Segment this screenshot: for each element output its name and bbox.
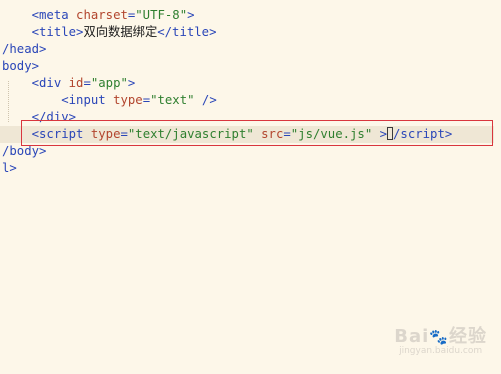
code-line[interactable]: <meta charset="UTF-8"> xyxy=(0,7,195,24)
watermark-url: jingyan.baidu.com xyxy=(399,346,483,356)
code-token-str: "text" xyxy=(150,93,195,107)
code-token-tag: = xyxy=(142,93,151,107)
code-line[interactable]: <div id="app"> xyxy=(0,75,136,92)
code-editor[interactable]: <meta charset="UTF-8"> <title>双向数据绑定</ti… xyxy=(0,0,501,374)
code-token-attr: charset xyxy=(76,8,128,22)
code-token-tag: <input xyxy=(61,93,114,107)
paw-icon: 🐾 xyxy=(429,328,449,346)
code-token-tag: /> xyxy=(194,93,217,107)
code-token-attr: id xyxy=(68,76,84,90)
code-token-tag: l> xyxy=(2,161,17,175)
code-token-tag: /body> xyxy=(2,144,47,158)
code-line[interactable]: body> xyxy=(0,58,39,75)
highlight-annotation-box xyxy=(21,120,493,146)
code-line[interactable]: <title>双向数据绑定</title> xyxy=(0,24,217,41)
code-token-str: "app" xyxy=(90,76,128,90)
watermark-logo: Bai🐾经验 xyxy=(394,326,487,347)
code-token-tag: body> xyxy=(2,59,40,73)
code-line[interactable]: /head> xyxy=(0,41,46,58)
code-token-str: "UTF-8" xyxy=(135,8,188,22)
code-line[interactable]: <input type="text" /> xyxy=(0,92,217,109)
code-token-attr: type xyxy=(113,93,143,107)
code-token-tag: /head> xyxy=(2,42,47,56)
code-token-tag: > xyxy=(187,8,195,22)
baidu-jingyan-watermark: Bai🐾经验 jingyan.baidu.com xyxy=(394,322,487,356)
code-token-tag: <div xyxy=(31,76,69,90)
code-token-tag: </title> xyxy=(157,25,217,39)
code-token-txt: 双向数据绑定 xyxy=(83,25,158,39)
code-line[interactable]: l> xyxy=(0,160,17,177)
code-token-tag: <meta xyxy=(31,8,77,22)
code-token-tag: = xyxy=(83,76,91,90)
code-token-tag: <title> xyxy=(31,25,84,39)
code-token-tag: > xyxy=(127,76,136,90)
